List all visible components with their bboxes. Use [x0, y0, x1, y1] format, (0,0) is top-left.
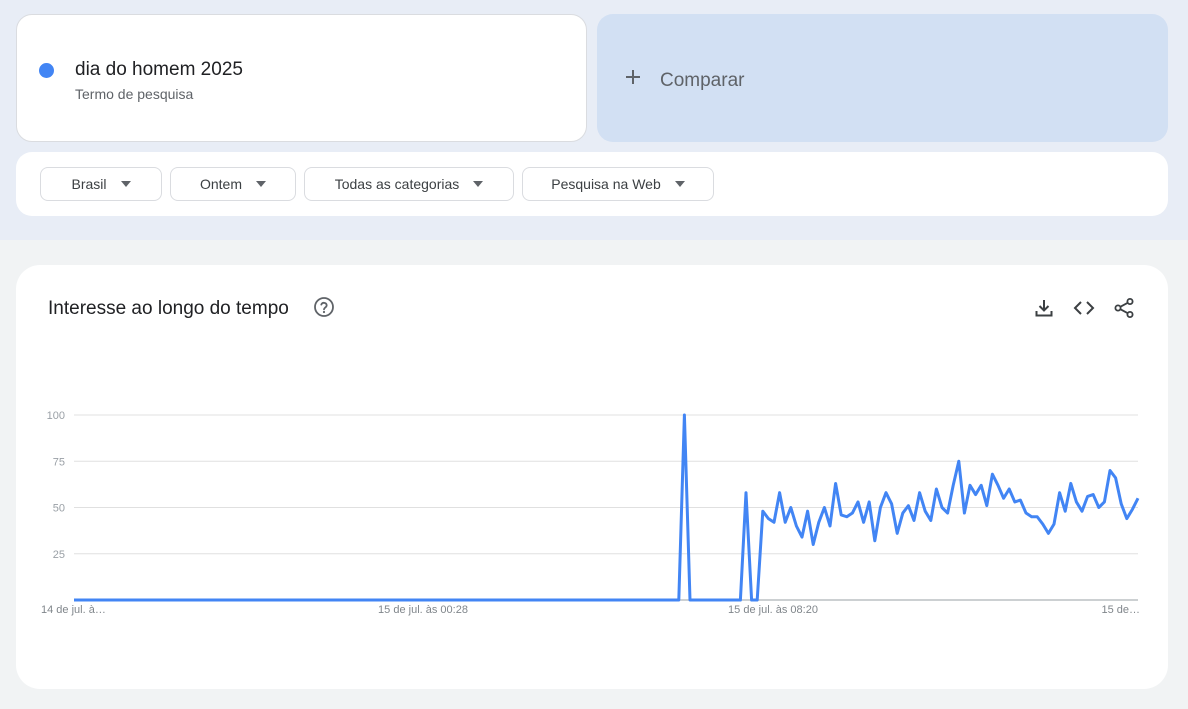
filter-search-type-label: Pesquisa na Web: [551, 176, 661, 192]
x-tick-label: 15 de jul. às 00:28: [378, 604, 468, 616]
y-tick-label: 75: [53, 456, 65, 468]
caret-down-icon: [120, 181, 131, 187]
search-term-name[interactable]: dia do homem 2025: [75, 59, 243, 81]
interest-line-chart: 100 75 50 25 14 de jul. à… 15 de jul. às 00:2…: [41, 410, 1140, 616]
x-tick-label: 15 de jul. às 08:20: [728, 604, 818, 616]
caret-down-icon: [256, 181, 266, 187]
x-tick-label: 15 de…: [1101, 604, 1140, 616]
filter-time-label: Ontem: [199, 176, 242, 192]
plus-icon: [626, 70, 640, 84]
filter-category-label: Todas as categorias: [334, 176, 460, 192]
y-tick-label: 50: [53, 503, 65, 515]
y-tick-label: 100: [47, 410, 65, 422]
filter-bar: Brasil Ontem Todas as categorias Pesquis…: [16, 152, 1168, 216]
interest-over-time-card: Interesse ao longo do tempo 100 75 50 25 14 …: [16, 265, 1168, 689]
x-tick-label: 14 de jul. à…: [41, 604, 106, 616]
filter-location[interactable]: Brasil: [40, 167, 162, 201]
compare-label: Comparar: [660, 70, 745, 91]
compare-button[interactable]: Comparar: [597, 14, 1168, 142]
caret-down-icon: [473, 181, 484, 187]
search-term-type: Termo de pesquisa: [75, 86, 194, 102]
filter-time-range[interactable]: Ontem: [170, 167, 296, 201]
y-tick-label: 25: [53, 549, 65, 561]
filter-category[interactable]: Todas as categorias: [304, 167, 514, 201]
search-term-card[interactable]: dia do homem 2025 Termo de pesquisa: [16, 14, 587, 142]
filter-search-type[interactable]: Pesquisa na Web: [522, 167, 714, 201]
caret-down-icon: [674, 181, 685, 187]
term-color-dot: [39, 63, 54, 78]
filter-location-label: Brasil: [71, 176, 107, 192]
